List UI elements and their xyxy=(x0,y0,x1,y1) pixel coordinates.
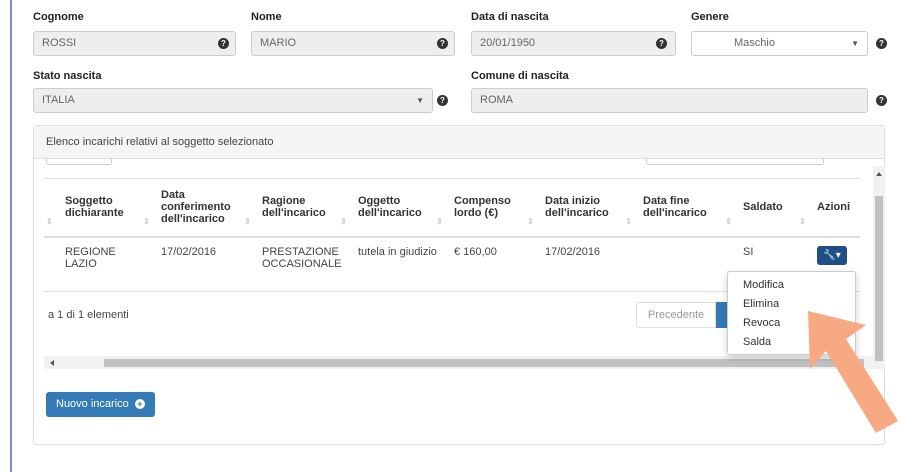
panel-title: Elenco incarichi relativi al soggetto se… xyxy=(34,126,884,159)
stato-nascita-help-icon[interactable]: ? xyxy=(437,95,448,106)
nome-label: Nome xyxy=(251,11,282,23)
cell-ragione: PRESTAZIONE OCCASIONALE xyxy=(262,245,342,270)
cell-data-conferimento: 17/02/2016 xyxy=(161,245,217,258)
data-nascita-label: Data di nascita xyxy=(471,11,549,23)
comune-nascita-label: Comune di nascita xyxy=(471,70,569,82)
sort-icon: ⇕ xyxy=(527,217,534,226)
comune-nascita-help-icon[interactable]: ? xyxy=(876,95,887,106)
genere-value: Maschio xyxy=(734,37,775,49)
arrow-up-icon[interactable] xyxy=(876,172,882,176)
previous-page-button[interactable]: Precedente xyxy=(636,302,716,328)
data-nascita-value: 20/01/1950 xyxy=(480,37,536,49)
col-ragione[interactable]: Ragione dell'incarico ⇕ xyxy=(255,179,351,237)
sort-icon: ⇕ xyxy=(244,217,251,226)
stato-nascita-value: ITALIA xyxy=(42,94,75,106)
genere-select[interactable]: Maschio ▼ xyxy=(691,31,868,56)
left-edge-rule xyxy=(10,0,12,472)
nome-field[interactable]: MARIO xyxy=(251,31,455,56)
col-compenso[interactable]: Compenso lordo (€) ⇕ xyxy=(447,179,538,237)
sort-icon: ⇕ xyxy=(625,217,632,226)
wrench-icon[interactable]: 🔧▾ xyxy=(817,245,847,265)
cell-soggetto: REGIONE LAZIO xyxy=(65,245,116,270)
horizontal-scrollbar[interactable] xyxy=(44,356,873,369)
nome-help-icon[interactable]: ? xyxy=(437,38,448,49)
col-oggetto[interactable]: Oggetto dell'incarico ⇕ xyxy=(351,179,447,237)
col-saldato[interactable]: Saldato ⇕ xyxy=(736,179,810,237)
arrow-left-icon[interactable] xyxy=(50,360,54,366)
col-hidden: ⇕ xyxy=(46,217,53,226)
cognome-field[interactable]: ROSSI xyxy=(33,31,236,56)
chevron-down-icon: ▼ xyxy=(851,39,859,48)
sort-icon: ⇕ xyxy=(143,217,150,226)
data-nascita-field[interactable]: 20/01/1950 xyxy=(471,31,676,56)
scroll-thumb[interactable] xyxy=(104,359,864,367)
table-header-row: ⇕ Soggetto dichiarante ⇕ Data conferimen… xyxy=(44,178,860,237)
data-nascita-help-icon[interactable]: ? xyxy=(656,38,667,49)
chevron-down-icon: ▼ xyxy=(416,96,424,105)
pagination-info: a 1 di 1 elementi xyxy=(48,309,129,321)
length-select[interactable] xyxy=(46,159,112,165)
search-input[interactable] xyxy=(646,159,824,165)
stato-nascita-select[interactable]: ITALIA ▼ xyxy=(33,88,433,113)
nuovo-incarico-button[interactable]: Nuovo incarico + xyxy=(46,392,155,417)
sort-icon: ⇕ xyxy=(799,217,806,226)
plus-circle-icon: + xyxy=(134,399,145,409)
cognome-help-icon[interactable]: ? xyxy=(218,38,229,49)
comune-nascita-field[interactable]: ROMA xyxy=(471,88,868,113)
menu-item-modifica[interactable]: Modifica xyxy=(728,276,855,295)
cell-compenso: € 160,00 xyxy=(454,245,497,258)
cognome-value: ROSSI xyxy=(42,37,77,49)
stato-nascita-label: Stato nascita xyxy=(33,70,102,82)
sort-icon: ⇕ xyxy=(340,217,347,226)
cognome-label: Cognome xyxy=(33,11,84,23)
sort-icon: ⇕ xyxy=(436,217,443,226)
cell-data-inizio: 17/02/2016 xyxy=(545,245,601,258)
col-data-fine[interactable]: Data fine dell'incarico ⇕ xyxy=(636,179,736,237)
sort-icon: ⇕ xyxy=(725,217,732,226)
comune-nascita-value: ROMA xyxy=(480,94,513,106)
cell-data-fine xyxy=(636,237,736,292)
genere-help-icon[interactable]: ? xyxy=(876,38,887,49)
genere-label: Genere xyxy=(691,11,729,23)
pointer-arrow-icon xyxy=(808,311,898,433)
cell-oggetto: tutela in giudizio xyxy=(358,245,437,258)
nome-value: MARIO xyxy=(260,37,297,49)
col-soggetto[interactable]: Soggetto dichiarante ⇕ xyxy=(58,179,154,237)
col-data-inizio[interactable]: Data inizio dell'incarico ⇕ xyxy=(538,179,636,237)
col-data-conferimento[interactable]: Data conferimento dell'incarico ⇕ xyxy=(154,179,255,237)
col-azioni: Azioni xyxy=(817,201,850,214)
